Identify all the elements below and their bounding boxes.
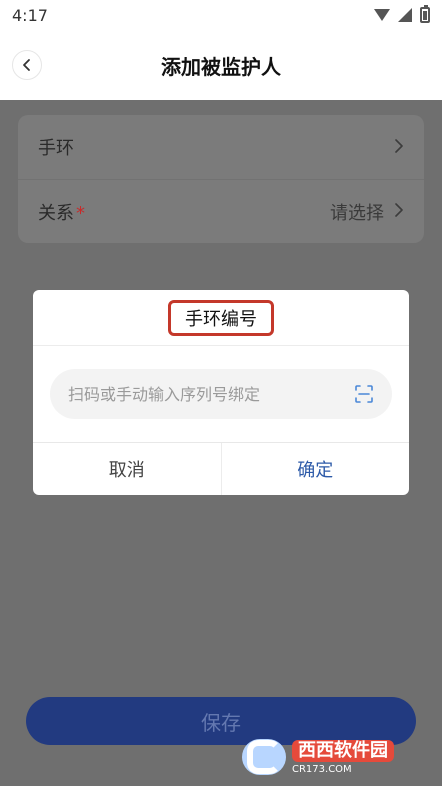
top-bar: 4:17 添加被监护人 bbox=[0, 0, 442, 100]
wifi-icon bbox=[374, 9, 390, 21]
cancel-button[interactable]: 取消 bbox=[33, 443, 222, 495]
page-header: 添加被监护人 bbox=[0, 30, 442, 100]
dialog-header: 手环编号 bbox=[33, 290, 409, 346]
form-card: 手环 关系 * 请选择 bbox=[18, 115, 424, 243]
chevron-right-icon bbox=[394, 137, 404, 158]
watermark-text: 西西软件园 CR173.COM bbox=[292, 739, 394, 775]
watermark-cn: 西西软件园 bbox=[292, 739, 394, 762]
confirm-button[interactable]: 确定 bbox=[222, 443, 410, 495]
chevron-right-icon bbox=[394, 201, 404, 222]
page-title: 添加被监护人 bbox=[161, 54, 281, 79]
form-row-bracelet[interactable]: 手环 bbox=[18, 115, 424, 179]
status-icons bbox=[374, 5, 430, 23]
signal-icon bbox=[398, 8, 412, 22]
dialog-title: 手环编号 bbox=[168, 299, 274, 336]
battery-icon bbox=[420, 5, 430, 23]
watermark-en: CR173.COM bbox=[292, 763, 352, 775]
status-bar: 4:17 bbox=[0, 0, 442, 30]
form-row-right bbox=[384, 137, 404, 158]
serial-input-wrap bbox=[50, 369, 392, 419]
bracelet-number-dialog: 手环编号 取消 确定 bbox=[33, 290, 409, 495]
form-row-right: 请选择 bbox=[330, 199, 404, 225]
dialog-actions: 取消 确定 bbox=[33, 443, 409, 495]
serial-number-input[interactable] bbox=[50, 369, 392, 419]
form-row-label-wrap: 关系 * bbox=[38, 199, 85, 225]
form-row-label: 关系 bbox=[38, 202, 74, 224]
watermark-logo-icon bbox=[242, 739, 286, 775]
watermark: 西西软件园 CR173.COM bbox=[242, 737, 424, 777]
chevron-left-icon bbox=[23, 59, 30, 71]
required-mark: * bbox=[76, 202, 85, 224]
scan-icon[interactable] bbox=[354, 384, 374, 404]
form-row-label: 手环 bbox=[38, 138, 74, 159]
dialog-input-area bbox=[33, 346, 409, 443]
form-row-value: 请选择 bbox=[330, 202, 384, 224]
back-button[interactable] bbox=[12, 50, 42, 80]
form-row-relation[interactable]: 关系 * 请选择 bbox=[18, 179, 424, 243]
status-time: 4:17 bbox=[12, 5, 48, 25]
